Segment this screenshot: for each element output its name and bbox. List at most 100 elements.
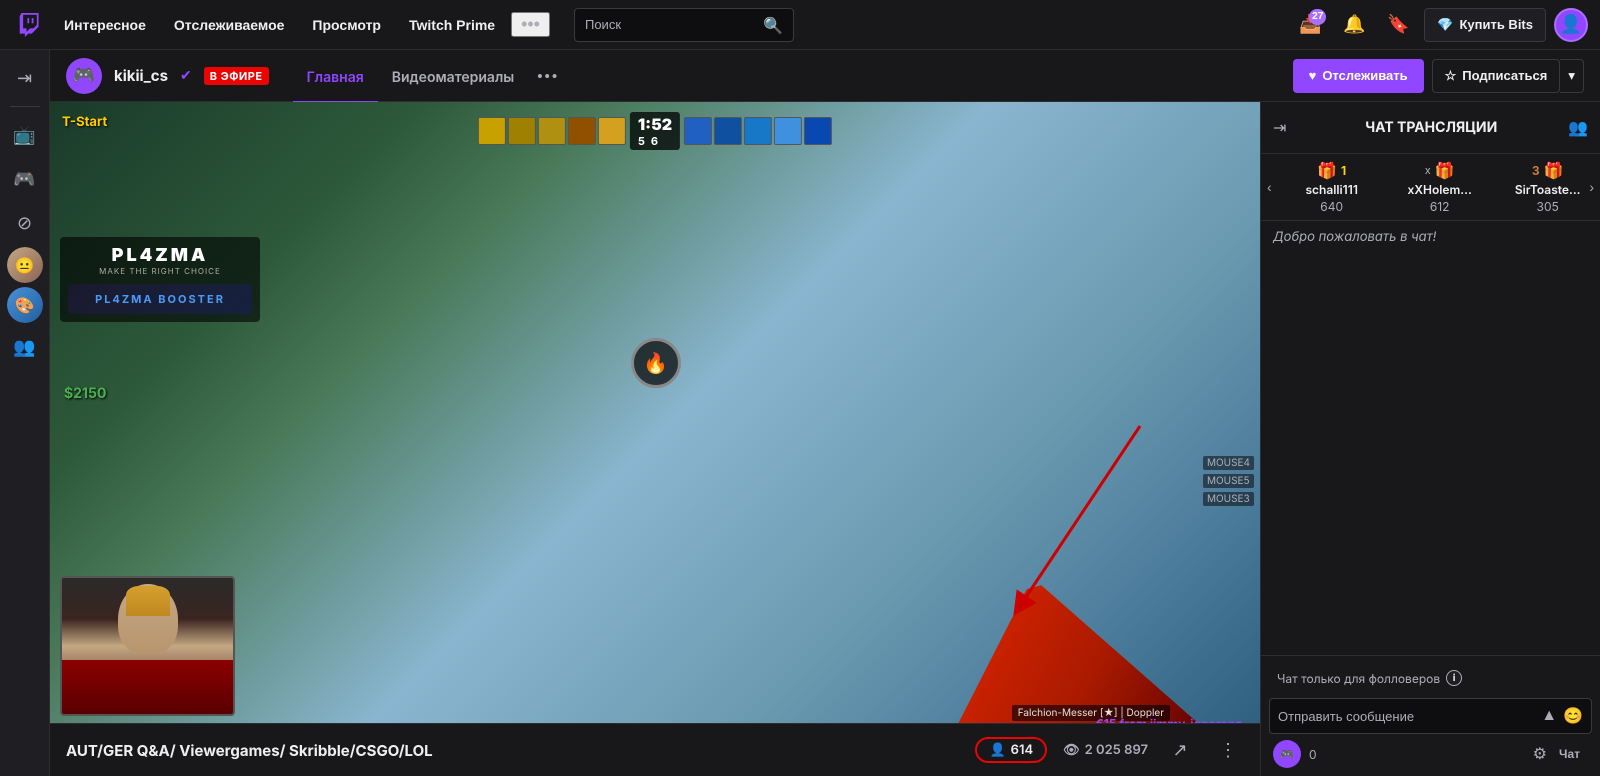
chat-input-row: ▲ 😊 <box>1269 698 1592 734</box>
gifter-count-1: 640 <box>1320 199 1343 214</box>
follower-only-banner: Чат только для фолловеров i <box>1269 664 1592 692</box>
gifter-item-3: 3 🎁 SirToaste... 305 <box>1498 160 1584 214</box>
star-icon: ☆ <box>1445 68 1457 84</box>
gifters-list: 🎁 1 schalli111 640 x <box>1278 154 1584 220</box>
gifter-rank-1: 1 <box>1341 163 1346 178</box>
follow-label: Отслеживать <box>1322 68 1407 83</box>
chat-input[interactable] <box>1278 709 1535 724</box>
gifter-item-2: x 🎁 xXHolem... 612 <box>1390 160 1490 214</box>
chat-user-avatar: 🎮 <box>1273 740 1301 768</box>
viewer-count: 👤 614 <box>975 737 1047 763</box>
sidebar-avatar-2[interactable]: 🎨 <box>7 287 43 323</box>
chat-points-area: 🎮 0 <box>1273 740 1317 768</box>
gifter-count-3: 305 <box>1537 199 1559 214</box>
chat-point-count: 0 <box>1309 747 1317 762</box>
bookmarks-button[interactable]: 🔖 <box>1380 7 1416 43</box>
video-container[interactable]: T-Start 1:52 5 <box>50 102 1260 776</box>
chat-title: ЧАТ ТРАНСЛЯЦИИ <box>1294 119 1568 136</box>
notifications-button[interactable]: 🔔 <box>1336 7 1372 43</box>
sidebar-friends-button[interactable]: 👥 <box>5 327 45 367</box>
gifter-top-1: 🎁 1 <box>1317 160 1346 180</box>
subscribe-dropdown-button[interactable]: ▾ <box>1560 59 1584 93</box>
channel-avatar: 🎮 <box>66 58 102 94</box>
gifter-name-2: xXHolem... <box>1408 182 1472 197</box>
left-sidebar: ⇥ 📺 🎮 ⊘ 😐 🎨 👥 <box>0 50 50 776</box>
chat-header: ⇥ ЧАТ ТРАНСЛЯЦИИ 👥 <box>1261 102 1600 154</box>
search-icon: 🔍 <box>763 15 783 35</box>
chat-panel: ⇥ ЧАТ ТРАНСЛЯЦИИ 👥 ‹ 🎁 1 <box>1260 102 1600 776</box>
video-chat-area: T-Start 1:52 5 <box>50 102 1600 776</box>
bits-icon: 💎 <box>1437 17 1453 33</box>
nav-following[interactable]: Отслеживаемое <box>162 0 297 50</box>
heart-icon: ♥ <box>1309 68 1317 83</box>
viewer-icon: 👤 <box>989 742 1005 758</box>
chat-bottom-row: 🎮 0 ⚙ Чат <box>1269 740 1592 768</box>
nav-interesting[interactable]: Интересное <box>52 0 158 50</box>
notification-badge: 27 <box>1309 9 1326 25</box>
top-navigation: Интересное Отслеживаемое Просмотр Twitch… <box>0 0 1600 50</box>
inbox-button[interactable]: 📥 27 <box>1292 7 1328 43</box>
live-badge: В ЭФИРЕ <box>204 67 269 85</box>
chat-emoji-button[interactable]: 😊 <box>1563 706 1583 726</box>
video-background <box>50 102 1260 776</box>
eye-icon: 👁 <box>1063 742 1080 758</box>
video-info-bar: AUT/GER Q&A/ Viewergames/ Skribble/CSGO/… <box>50 723 1260 776</box>
tab-videos[interactable]: Видеоматериалы <box>378 53 529 104</box>
gifter-top-3: 3 🎁 <box>1532 160 1564 180</box>
twitch-logo[interactable] <box>12 7 48 43</box>
user-avatar[interactable]: 👤 <box>1554 8 1588 42</box>
gifters-prev-button[interactable]: ‹ <box>1261 154 1278 220</box>
chat-messages[interactable]: Добро пожаловать в чат! <box>1261 221 1600 655</box>
subscribe-button[interactable]: ☆ Подписаться <box>1432 59 1561 93</box>
verified-icon: ✔ <box>180 67 192 84</box>
sidebar-divider <box>10 106 40 107</box>
buy-bits-button[interactable]: 💎 Купить Bits <box>1424 8 1546 42</box>
nav-browse[interactable]: Просмотр <box>300 0 393 50</box>
gift-icon-3: 🎁 <box>1544 160 1564 180</box>
sidebar-browse-button[interactable]: 📺 <box>5 115 45 155</box>
channel-tabs: Главная Видеоматериалы ••• <box>293 50 567 101</box>
chat-actions-right: ⚙ Чат <box>1533 743 1588 765</box>
search-input[interactable] <box>585 17 757 32</box>
sidebar-avatar-1[interactable]: 😐 <box>7 247 43 283</box>
gifter-item-1: 🎁 1 schalli111 640 <box>1282 160 1382 214</box>
chat-settings-button[interactable]: ⚙ <box>1533 744 1547 764</box>
stream-title: AUT/GER Q&A/ Viewergames/ Skribble/CSGO/… <box>66 741 963 760</box>
subscribe-label: Подписаться <box>1462 68 1547 83</box>
sidebar-target-button[interactable]: ⊘ <box>5 203 45 243</box>
channel-header: 🎮 kikii_cs ✔ В ЭФИРЕ Главная Видеоматери… <box>50 50 1600 102</box>
more-options-button[interactable]: ⋮ <box>1212 734 1244 766</box>
nav-right-actions: 📥 27 🔔 🔖 💎 Купить Bits 👤 <box>1292 7 1588 43</box>
info-icon[interactable]: i <box>1446 670 1462 686</box>
gifters-next-button[interactable]: › <box>1583 154 1600 220</box>
gifter-name-1: schalli111 <box>1305 182 1357 197</box>
gifter-rank-x-label: x <box>1425 163 1431 177</box>
share-button[interactable]: ↗ <box>1164 734 1196 766</box>
gifter-count-2: 612 <box>1430 199 1450 214</box>
stream-stats: 👤 614 👁 2 025 897 ↗ ⋮ <box>975 734 1244 766</box>
search-bar: 🔍 <box>574 8 794 42</box>
sidebar-game-button[interactable]: 🎮 <box>5 159 45 199</box>
chat-tab-button[interactable]: Чат <box>1551 743 1588 765</box>
sidebar-collapse-button[interactable]: ⇥ <box>5 58 45 98</box>
chat-footer: Чат только для фолловеров i ▲ 😊 🎮 0 <box>1261 655 1600 776</box>
total-views-value: 2 025 897 <box>1085 742 1148 758</box>
tab-more[interactable]: ••• <box>528 50 566 101</box>
chat-collapse-button[interactable]: ⇥ <box>1273 118 1286 138</box>
nav-twitch-prime[interactable]: Twitch Prime <box>397 0 507 50</box>
viewer-count-value: 614 <box>1011 742 1033 758</box>
chat-users-button[interactable]: 👥 <box>1568 118 1588 138</box>
gifters-section: ‹ 🎁 1 schalli111 640 <box>1261 154 1600 221</box>
chat-welcome-message: Добро пожаловать в чат! <box>1273 229 1588 245</box>
follow-button[interactable]: ♥ Отслеживать <box>1293 59 1424 93</box>
tab-main[interactable]: Главная <box>293 53 378 104</box>
gifter-top-2: x 🎁 <box>1425 160 1455 180</box>
chat-send-button[interactable]: ▲ <box>1541 707 1557 725</box>
buy-bits-label: Купить Bits <box>1459 17 1533 32</box>
main-layout: ⇥ 📺 🎮 ⊘ 😐 🎨 👥 🎮 kikii_cs ✔ В ЭФИРЕ Главн… <box>0 50 1600 776</box>
gifter-name-3: SirToaste... <box>1515 182 1581 197</box>
follower-only-text: Чат только для фолловеров <box>1277 671 1440 686</box>
nav-more-button[interactable]: ••• <box>511 12 550 37</box>
total-views: 👁 2 025 897 <box>1063 742 1148 758</box>
content-area: 🎮 kikii_cs ✔ В ЭФИРЕ Главная Видеоматери… <box>50 50 1600 776</box>
